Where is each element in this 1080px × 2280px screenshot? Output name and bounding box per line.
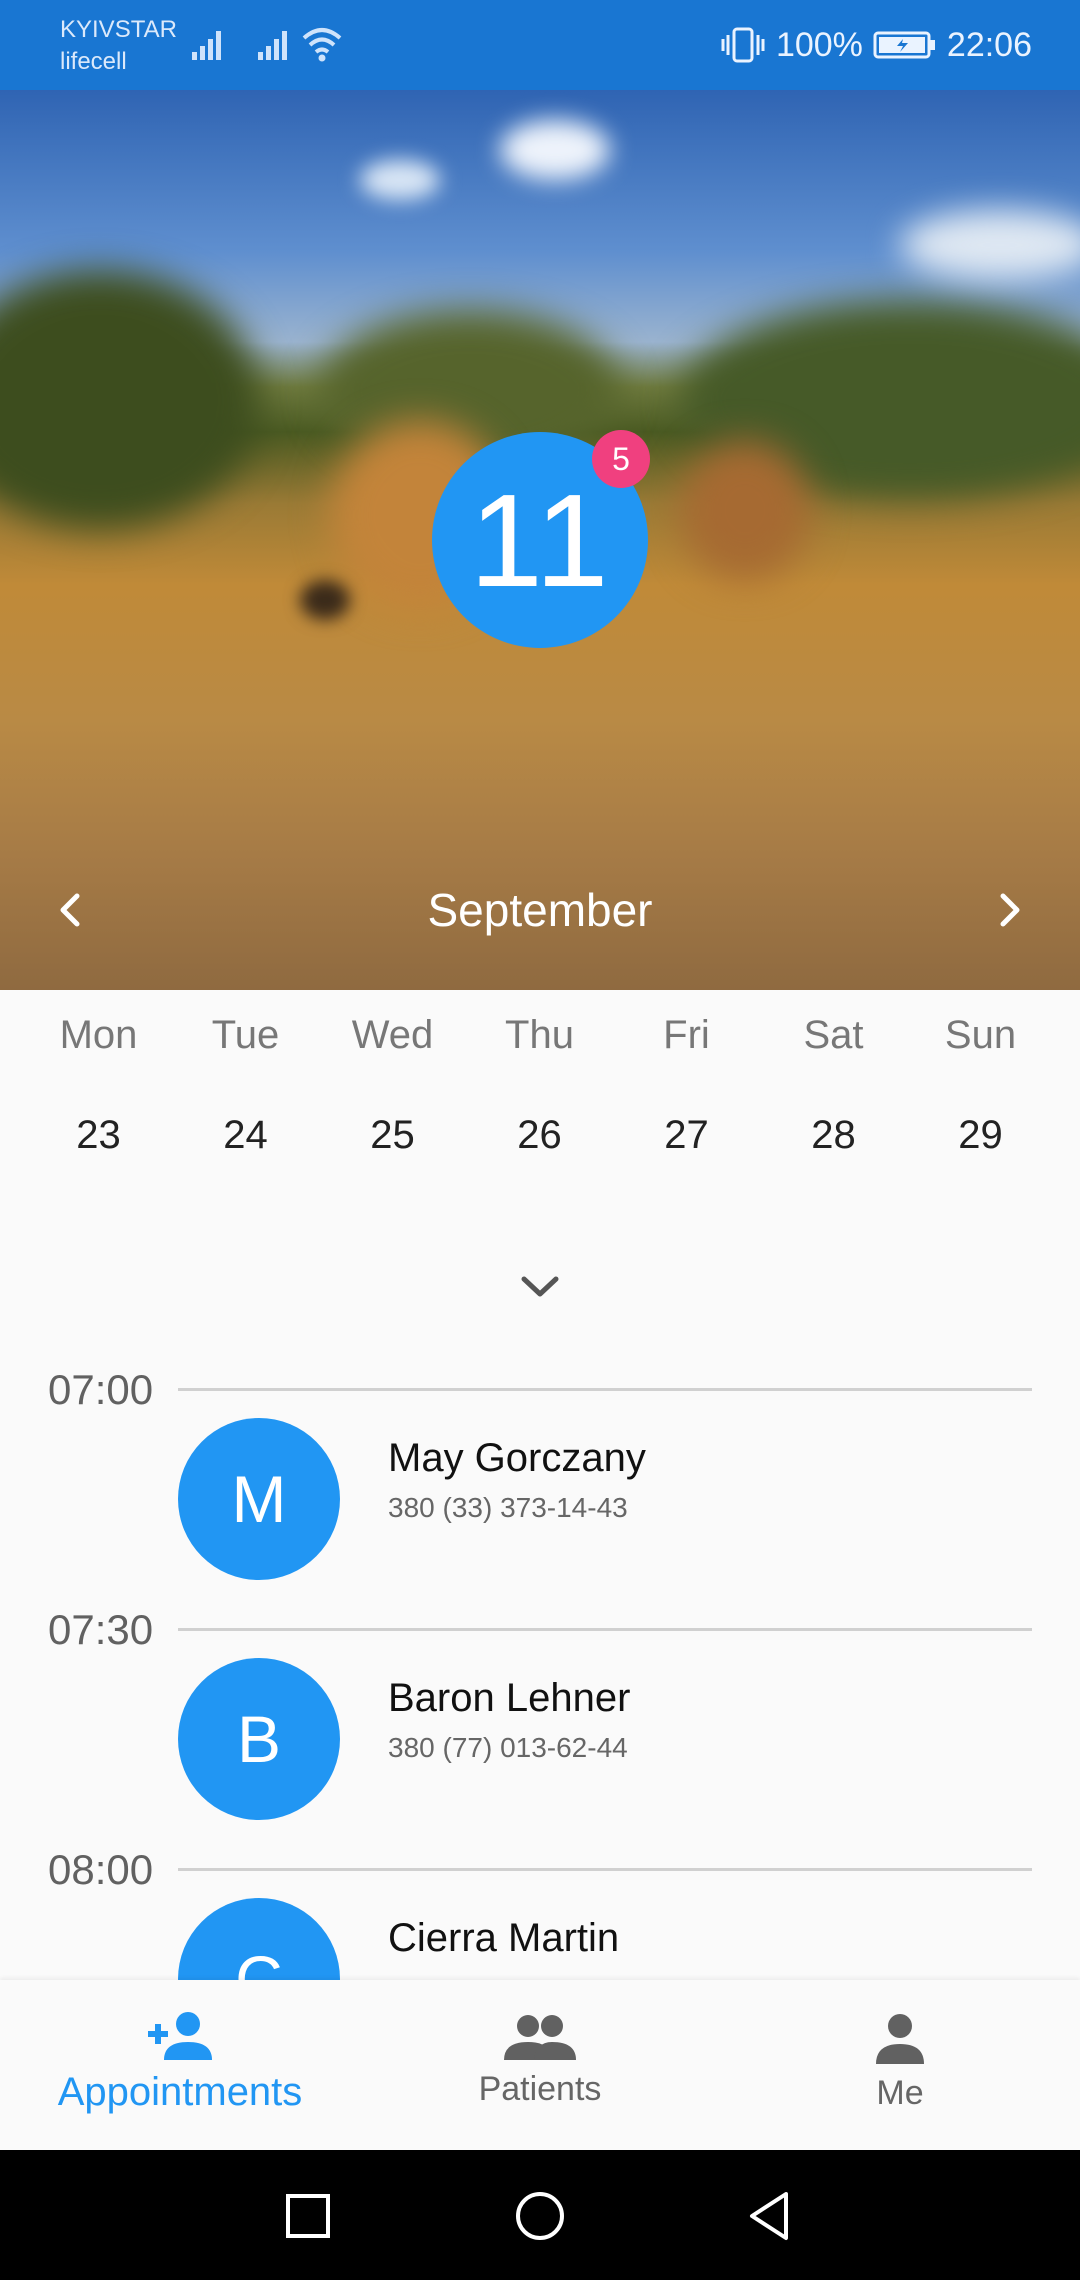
patient-name[interactable]: Baron Lehner [388,1676,630,1721]
slot-time: 07:00 [48,1366,154,1413]
status-right: 100% 22:06 [720,22,1032,68]
person-add-icon [148,2012,212,2060]
next-month-button[interactable] [982,882,1038,938]
people-icon [504,2015,576,2060]
day-cell[interactable]: 25 [319,1100,466,1170]
weekday-label: Tue [211,1013,280,1057]
day-cell[interactable]: 24 [172,1100,319,1170]
header-background: 11 5 September [0,90,1080,990]
back-icon[interactable] [742,2188,798,2244]
day-cell[interactable]: 29 [907,1100,1054,1170]
system-navigation-bar [0,2150,1080,2280]
weekday-headers: Mon Tue Wed Thu Fri Sat Sun [0,1000,1080,1070]
clock: 22:06 [946,25,1032,64]
time-slot: 07:00 M May Gorczany 380 (33) 373-14-43 [0,1362,1080,1602]
tab-me[interactable]: Me [720,1980,1080,2150]
slot-divider [178,1628,1032,1631]
weekday-label: Mon [59,1013,138,1057]
carrier-2: lifecell [60,48,127,75]
tab-label: Patients [478,2070,602,2108]
carrier-1: KYIVSTAR [60,16,177,43]
appointment-count-badge: 5 [592,430,650,488]
week-dates: 23 24 25 26 27 28 29 [0,1070,1080,1170]
wifi-icon [302,28,342,62]
slot-divider [178,1388,1032,1391]
weekday-label: Sun [944,1013,1017,1057]
weekday-label: Fri [663,1013,710,1057]
recent-apps-icon[interactable] [280,2188,336,2244]
week-strip: Mon Tue Wed Thu Fri Sat Sun 23 24 25 26 … [0,1000,1080,1170]
slot-divider [178,1868,1032,1871]
tab-label: Appointments [57,2070,303,2114]
signal-icon [258,31,287,60]
slot-time: 08:00 [48,1846,154,1893]
expand-calendar-button[interactable] [510,1262,570,1312]
day-cell[interactable]: 27 [613,1100,760,1170]
tab-label: Me [876,2074,924,2112]
slot-time: 07:30 [48,1606,154,1653]
patient-avatar[interactable]: M [178,1418,340,1580]
patient-avatar[interactable]: B [178,1658,340,1820]
battery-percent: 100% [775,25,863,64]
chevron-right-icon [1000,893,1020,927]
status-bar: KYIVSTAR lifecell 100% 22:06 [0,0,1080,90]
bottom-navigation: Appointments Patients Me [0,1980,1080,2150]
patient-phone: 380 (33) 373-14-43 [388,1492,628,1523]
home-icon[interactable] [512,2188,568,2244]
weekday-label: Sat [803,1013,864,1057]
battery-icon [873,31,935,59]
day-cell[interactable]: 23 [25,1100,172,1170]
chevron-down-icon [521,1276,559,1297]
month-navigator: September [0,870,1080,950]
day-cell[interactable]: 26 [466,1100,613,1170]
patient-phone: 380 (77) 013-62-44 [388,1732,628,1763]
signal-icon [192,31,221,60]
time-slot: 07:30 B Baron Lehner 380 (77) 013-62-44 [0,1602,1080,1842]
day-cell[interactable]: 28 [760,1100,907,1170]
weekday-label: Thu [505,1013,574,1057]
tab-patients[interactable]: Patients [360,1980,720,2150]
month-label: September [427,884,653,936]
patient-name[interactable]: Cierra Martin [388,1916,619,1961]
carrier-names: KYIVSTAR lifecell [60,14,177,78]
tab-appointments[interactable]: Appointments [0,1980,360,2150]
weekday-label: Wed [351,1013,434,1057]
patient-name[interactable]: May Gorczany [388,1436,646,1481]
vibrate-icon [721,27,765,63]
person-icon [876,2014,924,2064]
